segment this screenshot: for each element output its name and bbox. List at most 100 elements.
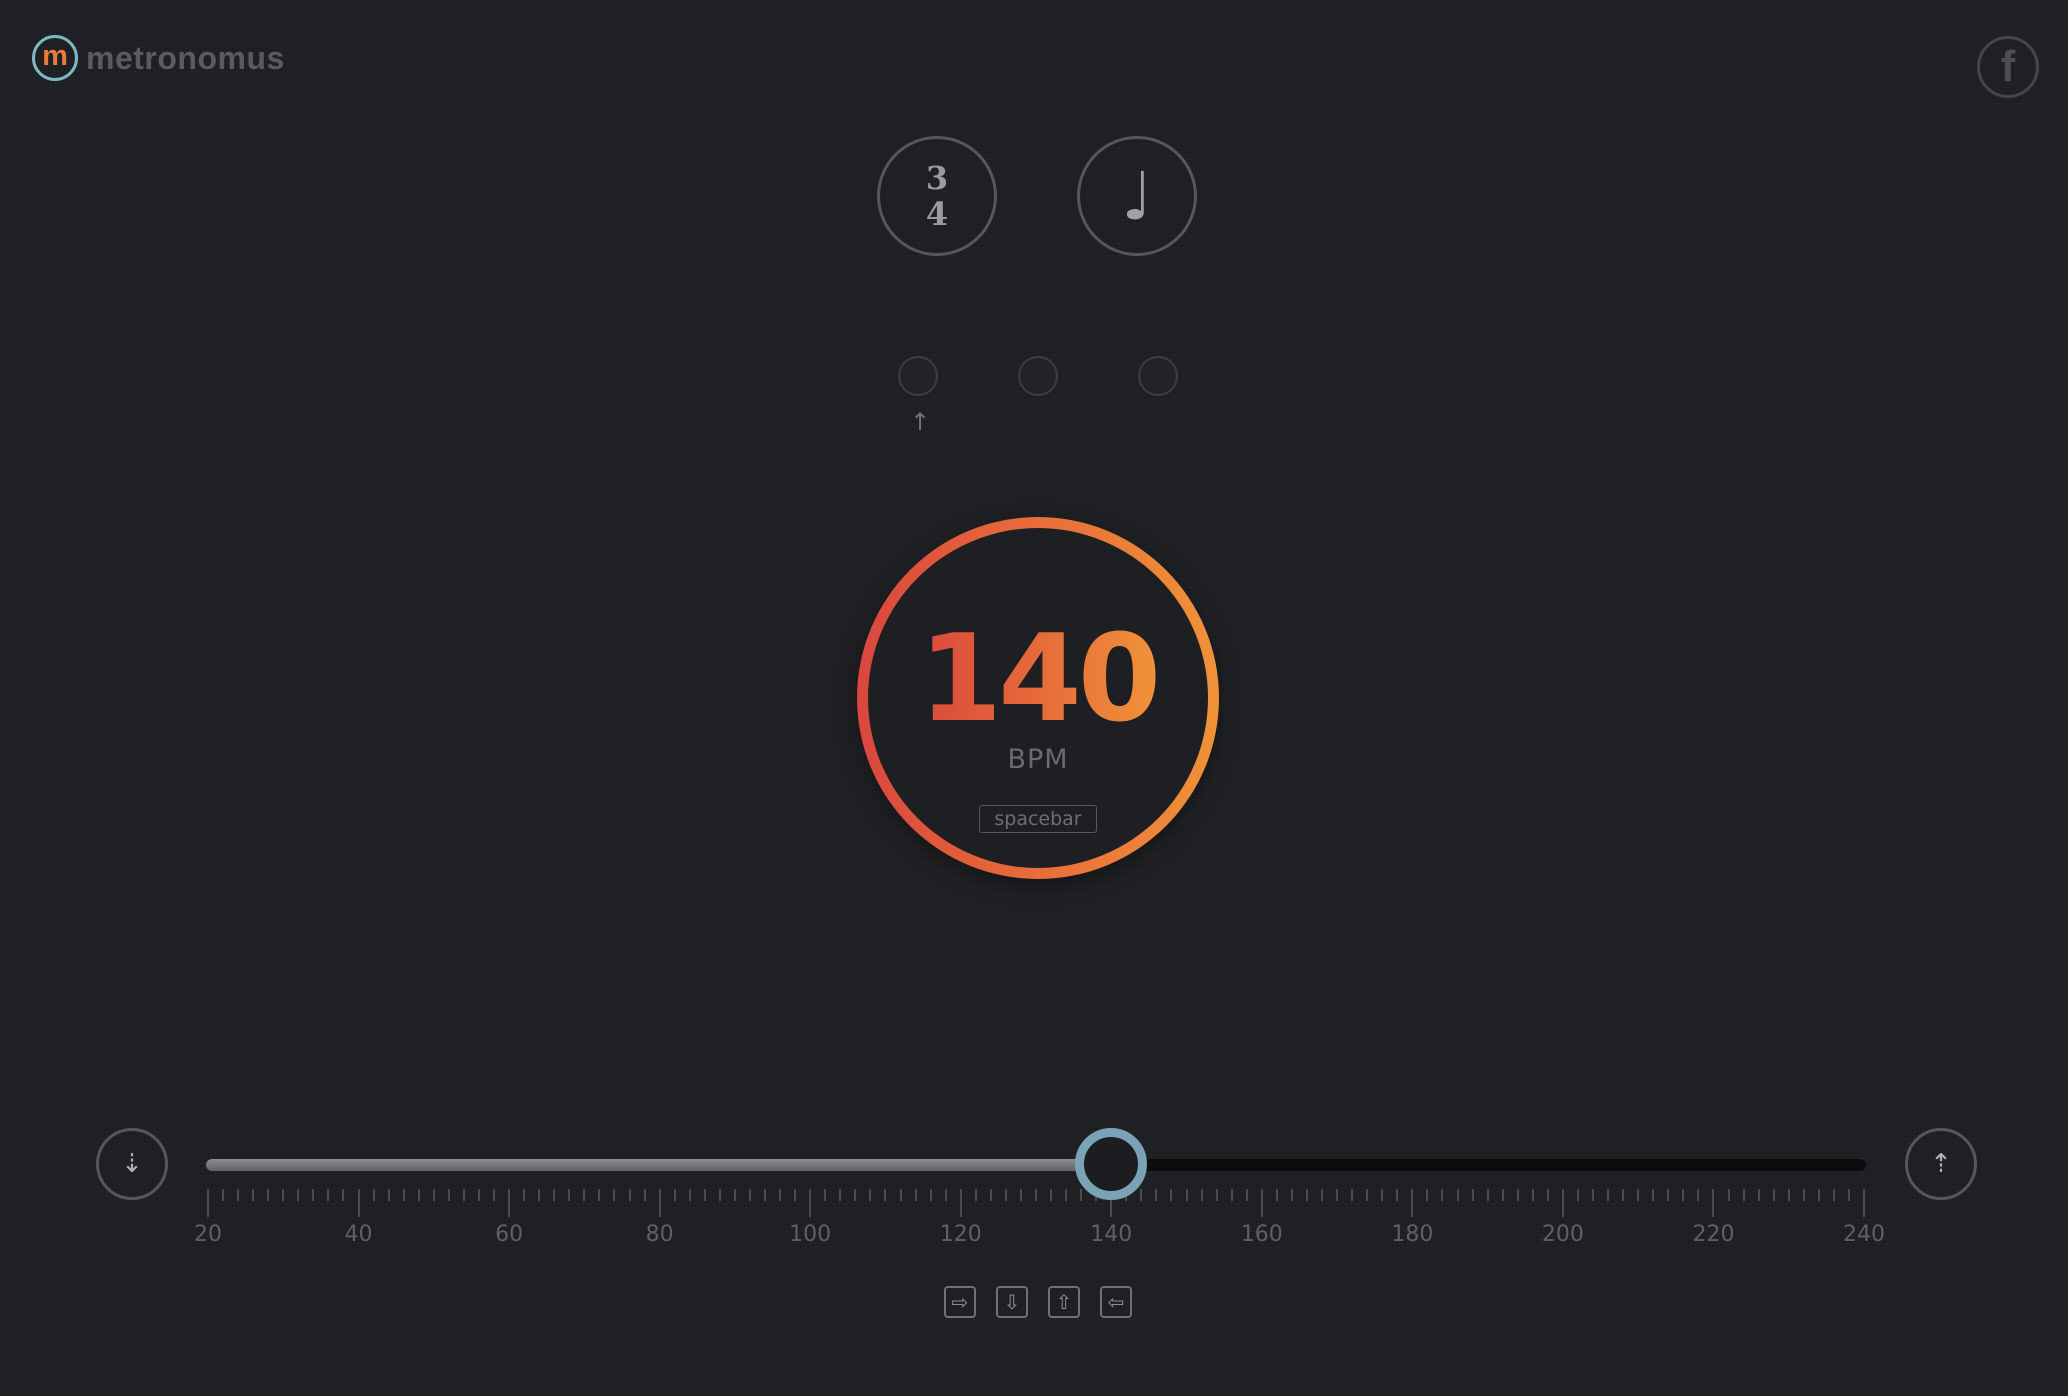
minor-tick — [899, 1189, 902, 1201]
minor-tick — [477, 1189, 480, 1201]
minor-tick — [1200, 1189, 1203, 1201]
spacebar-hint: spacebar — [979, 805, 1097, 833]
tick-label: 180 — [1391, 1222, 1434, 1247]
minor-tick — [1245, 1189, 1248, 1201]
minor-tick — [1080, 1189, 1083, 1201]
key-up-icon: ⇧ — [1048, 1286, 1080, 1318]
minor-tick — [568, 1189, 571, 1201]
minor-tick — [869, 1189, 872, 1201]
minor-tick — [1336, 1189, 1339, 1201]
minor-tick — [839, 1189, 842, 1201]
minor-tick — [417, 1189, 420, 1201]
minor-tick — [1170, 1189, 1173, 1201]
tick-label: 20 — [194, 1222, 222, 1247]
minor-tick — [1215, 1189, 1218, 1201]
play-toggle-dial[interactable]: 140 BPM spacebar — [857, 517, 1219, 879]
minor-tick — [1426, 1189, 1429, 1201]
minor-tick — [1652, 1189, 1655, 1201]
tick-label: 160 — [1240, 1222, 1283, 1247]
time-signature-button[interactable]: 3 4 — [877, 136, 997, 256]
minor-tick — [1576, 1189, 1579, 1201]
facebook-icon[interactable]: f — [1977, 36, 2039, 98]
minor-tick — [1817, 1189, 1820, 1201]
increase-tempo-button[interactable]: ⇡ — [1905, 1128, 1977, 1200]
minor-tick — [432, 1189, 435, 1201]
minor-tick — [764, 1189, 767, 1201]
minor-tick — [914, 1189, 917, 1201]
minor-tick — [944, 1189, 947, 1201]
minor-tick — [1321, 1189, 1324, 1201]
minor-tick — [523, 1189, 526, 1201]
minor-tick — [1305, 1189, 1308, 1201]
minor-tick — [493, 1189, 496, 1201]
major-tick — [357, 1189, 360, 1217]
tick-label: 100 — [789, 1222, 832, 1247]
minor-tick — [1230, 1189, 1233, 1201]
minor-tick — [613, 1189, 616, 1201]
minor-tick — [688, 1189, 691, 1201]
minor-tick — [1787, 1189, 1790, 1201]
minor-tick — [733, 1189, 736, 1201]
minor-tick — [1802, 1189, 1805, 1201]
minor-tick — [1742, 1189, 1745, 1201]
minor-tick — [1035, 1189, 1037, 1201]
app-logo[interactable]: m metronomus — [32, 35, 285, 81]
major-tick — [1561, 1189, 1564, 1217]
minor-tick — [643, 1189, 646, 1201]
tempo-slider-thumb[interactable] — [1075, 1128, 1148, 1200]
minor-tick — [462, 1189, 465, 1201]
note-value-button[interactable]: ♩ — [1077, 136, 1197, 256]
dial-face: 140 BPM spacebar — [868, 528, 1208, 868]
minor-tick — [1667, 1189, 1670, 1201]
minor-tick — [1140, 1189, 1143, 1201]
minor-tick — [1531, 1189, 1534, 1201]
minor-tick — [989, 1189, 992, 1201]
minor-tick — [1155, 1189, 1158, 1201]
decrease-tempo-button[interactable]: ⇣ — [96, 1128, 168, 1200]
minor-tick — [703, 1189, 706, 1201]
minor-tick — [748, 1189, 751, 1201]
tempo-slider-track[interactable] — [206, 1159, 1866, 1171]
minor-tick — [1546, 1189, 1549, 1201]
quarter-note-icon: ♩ — [1121, 157, 1153, 235]
minor-tick — [1592, 1189, 1595, 1201]
arrow-down-icon: ⇣ — [121, 1149, 143, 1179]
minor-tick — [854, 1189, 857, 1201]
time-signature-denominator: 4 — [925, 195, 949, 233]
minor-tick — [884, 1189, 887, 1201]
major-tick — [508, 1189, 511, 1217]
key-right-icon: ⇨ — [944, 1286, 976, 1318]
minor-tick — [598, 1189, 601, 1201]
minor-tick — [1847, 1189, 1850, 1201]
beat-indicator-1[interactable] — [898, 356, 938, 396]
beat-indicator-2[interactable] — [1018, 356, 1058, 396]
tick-label: 80 — [645, 1222, 674, 1247]
minor-tick — [538, 1189, 541, 1201]
major-tick — [1411, 1189, 1414, 1217]
arrow-up-icon: ⇡ — [1930, 1149, 1952, 1179]
minor-tick — [1290, 1189, 1293, 1201]
minor-tick — [267, 1189, 270, 1201]
beat-indicator-3[interactable] — [1138, 356, 1178, 396]
minor-tick — [794, 1189, 797, 1201]
major-tick — [1712, 1189, 1715, 1217]
minor-tick — [1516, 1189, 1519, 1201]
minor-tick — [1501, 1189, 1504, 1201]
minor-tick — [1682, 1189, 1685, 1201]
minor-tick — [402, 1189, 405, 1201]
minor-tick — [583, 1189, 586, 1201]
minor-tick — [1486, 1189, 1489, 1201]
tick-label: 240 — [1843, 1222, 1885, 1247]
tempo-slider-fill — [206, 1159, 1112, 1171]
minor-tick — [327, 1189, 330, 1201]
logo-mark-icon: m — [32, 35, 78, 81]
minor-tick — [673, 1189, 676, 1201]
minor-tick — [779, 1189, 782, 1201]
minor-tick — [974, 1189, 977, 1201]
minor-tick — [342, 1189, 345, 1201]
minor-tick — [1004, 1189, 1007, 1201]
minor-tick — [237, 1189, 240, 1201]
minor-tick — [1396, 1189, 1399, 1201]
major-tick — [809, 1189, 812, 1217]
accent-arrow-icon: ↑ — [909, 408, 931, 436]
